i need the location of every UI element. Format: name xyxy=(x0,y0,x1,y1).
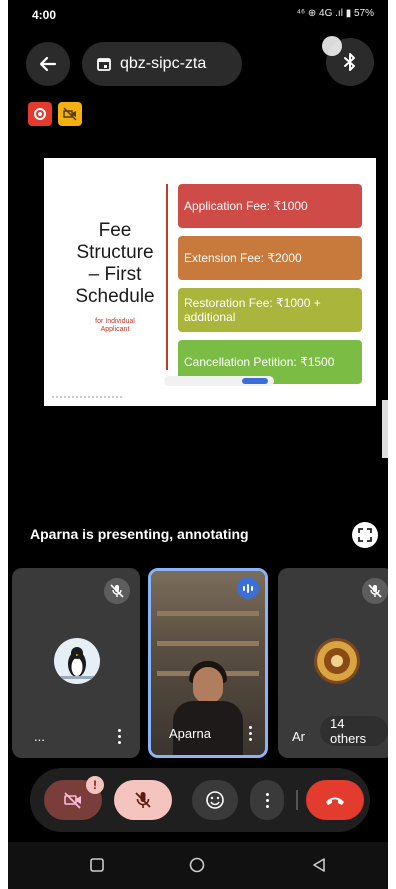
slide-divider xyxy=(166,184,168,370)
home-button[interactable] xyxy=(186,854,208,876)
square-icon xyxy=(90,858,104,872)
controls-divider xyxy=(296,790,298,810)
circle-icon xyxy=(189,857,205,873)
slide-title: Fee Structure – First Schedule xyxy=(54,220,176,308)
recents-button[interactable] xyxy=(86,854,108,876)
avatar xyxy=(54,638,100,684)
hang-up-icon xyxy=(326,797,344,805)
mic-off-icon xyxy=(104,578,130,604)
recording-icon[interactable] xyxy=(28,102,52,126)
fee-extension: Extension Fee: ₹2000 xyxy=(178,236,362,280)
calendar-icon xyxy=(96,56,112,72)
meeting-code: qbz-sipc-zta xyxy=(120,55,207,72)
slide-title-line: – First xyxy=(88,264,142,285)
fullscreen-icon xyxy=(358,528,372,542)
fullscreen-button[interactable] xyxy=(352,522,378,548)
arrow-left-icon xyxy=(39,56,57,72)
triangle-back-icon xyxy=(313,858,325,872)
record-ring xyxy=(34,108,46,120)
record-dot xyxy=(38,112,42,116)
person-face xyxy=(193,667,223,703)
status-time: 4:00 xyxy=(32,8,57,22)
penguin-avatar-icon xyxy=(60,647,94,679)
system-nav-bar xyxy=(8,842,388,889)
presentation-slide: Fee Structure – First Schedule for Indiv… xyxy=(44,158,376,406)
reactions-button[interactable] xyxy=(192,780,238,820)
more-options-icon[interactable] xyxy=(247,726,253,741)
emoji-icon xyxy=(206,791,224,809)
fee-application: Application Fee: ₹1000 xyxy=(178,184,362,228)
call-controls: ! xyxy=(30,768,370,832)
fee-restoration: Restoration Fee: ₹1000 + additional xyxy=(178,288,362,332)
mic-off-icon xyxy=(135,792,151,808)
slide-toolbar[interactable] xyxy=(164,376,274,386)
participant-name: Ar xyxy=(292,729,305,744)
video-off-icon xyxy=(64,792,81,809)
participant-tile[interactable]: ... xyxy=(12,568,140,758)
mic-toggle-button[interactable] xyxy=(114,780,172,820)
presenting-status: Aparna is presenting, annotating xyxy=(30,526,249,542)
bluetooth-icon xyxy=(344,53,355,71)
video-off-icon xyxy=(63,107,77,121)
slide-subtitle: for Individual Applicant xyxy=(54,318,176,334)
camera-off-indicator-icon[interactable] xyxy=(58,102,82,126)
slide-title-line: Fee xyxy=(98,220,132,241)
more-options-button[interactable] xyxy=(250,780,284,820)
warning-icon: ! xyxy=(86,776,104,794)
slide-subtitle-line: Applicant xyxy=(100,326,130,333)
bluetooth-audio-button[interactable] xyxy=(322,36,374,86)
participant-name: ... xyxy=(34,729,45,744)
mic-off-icon xyxy=(362,578,388,604)
emblem-avatar-icon xyxy=(317,641,357,681)
speaking-indicator-icon xyxy=(237,577,259,599)
more-options-icon[interactable] xyxy=(116,729,122,744)
others-count-chip[interactable]: 14 others xyxy=(320,716,388,746)
participant-name: Aparna xyxy=(169,726,211,741)
slide-subtitle-line: for Individual xyxy=(95,318,135,325)
slide-title-line: Structure xyxy=(76,242,154,263)
participant-tile-active[interactable]: Aparna xyxy=(148,568,268,758)
slide-toolbar-button[interactable] xyxy=(242,378,268,384)
end-call-button[interactable] xyxy=(306,780,364,820)
more-vert-icon xyxy=(264,792,270,808)
back-button[interactable] xyxy=(26,42,70,86)
slide-title-line: Schedule xyxy=(75,286,155,307)
meet-screen: 4:00 ⁴⁶ ⊕ 4G .ıl ▮ 57% qbz-sipc-zta Fee … xyxy=(8,0,388,889)
avatar xyxy=(314,638,360,684)
slide-footer-dots xyxy=(52,396,122,400)
system-back-button[interactable] xyxy=(308,854,330,876)
status-indicators: ⁴⁶ ⊕ 4G .ıl ▮ 57% xyxy=(296,8,374,19)
status-bar: 4:00 ⁴⁶ ⊕ 4G .ıl ▮ 57% xyxy=(8,0,388,30)
bookshelf xyxy=(157,611,259,616)
side-panel-handle[interactable] xyxy=(382,400,388,458)
bookshelf xyxy=(157,641,259,646)
meeting-code-chip[interactable]: qbz-sipc-zta xyxy=(82,42,242,86)
